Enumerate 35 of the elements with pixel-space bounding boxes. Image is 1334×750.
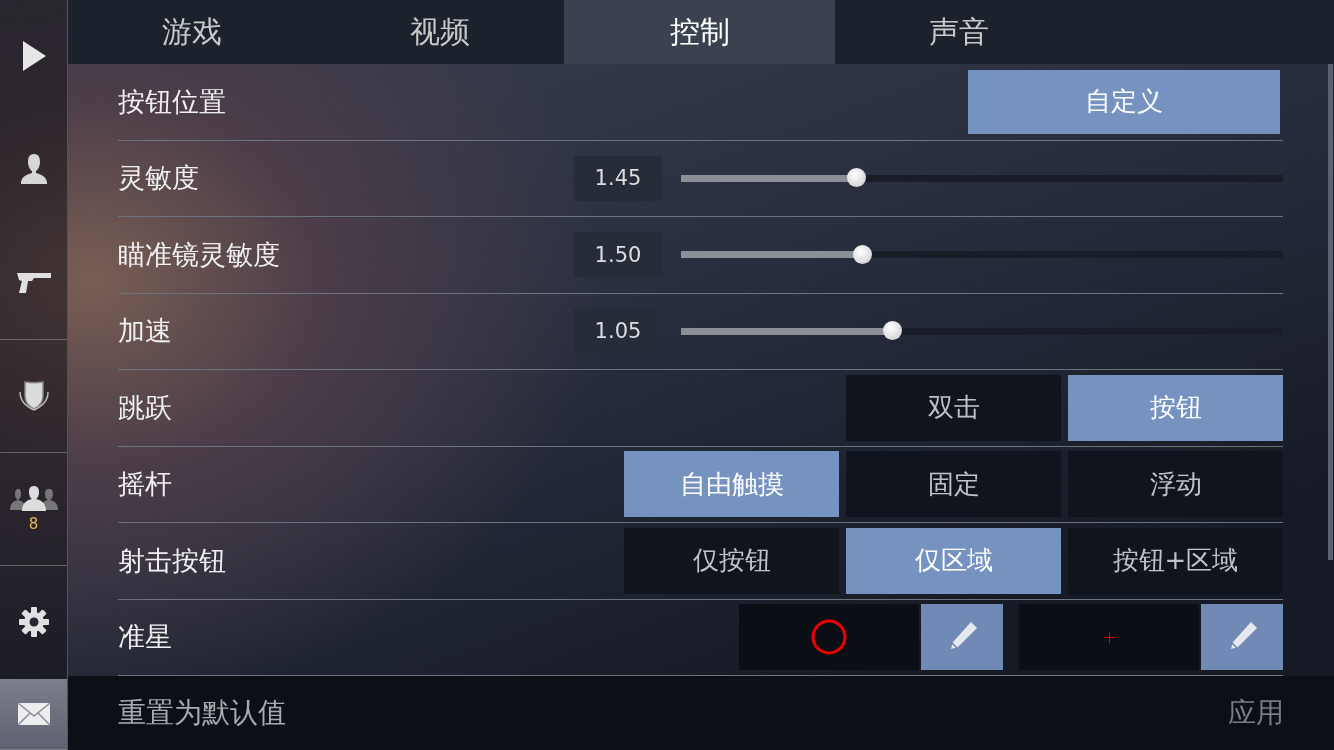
scrollbar[interactable]: [1328, 64, 1333, 560]
setting-label: 灵敏度: [118, 161, 199, 196]
value-display: 1.05: [574, 308, 662, 354]
setting-label: 射击按钮: [118, 543, 226, 578]
option-button[interactable]: 仅按钮: [624, 527, 839, 594]
setting-label: 跳跃: [118, 390, 172, 425]
option-button[interactable]: 固定: [846, 451, 1061, 518]
settings-icon: [17, 605, 50, 638]
sidebar-friends-item[interactable]: 8: [0, 452, 67, 566]
play-icon: [20, 40, 47, 73]
option-button[interactable]: 双击: [846, 374, 1061, 441]
tab[interactable]: 控制: [564, 0, 835, 64]
value-display: 1.50: [574, 232, 662, 278]
setting-label: 准星: [118, 620, 172, 655]
tab[interactable]: 游戏: [68, 0, 316, 64]
tab[interactable]: 声音: [835, 0, 1083, 64]
cross-crosshair-icon: [1103, 631, 1115, 643]
setting-label: 加速: [118, 314, 172, 349]
pistol-icon: [15, 270, 52, 295]
apply-button[interactable]: 应用: [1228, 694, 1284, 732]
reset-defaults-button[interactable]: 重置为默认值: [118, 694, 286, 732]
option-button[interactable]: 浮动: [1068, 451, 1283, 518]
setting-label: 摇杆: [118, 467, 172, 502]
group-icon: [8, 484, 59, 511]
edit-button[interactable]: [1201, 604, 1283, 671]
value-display: 1.45: [574, 155, 662, 201]
tab[interactable]: 视频: [316, 0, 564, 64]
mail-icon: [16, 702, 51, 727]
sidebar-mail-item[interactable]: [0, 679, 67, 750]
circle-crosshair-icon: [811, 619, 847, 656]
friends-count: 8: [28, 514, 39, 533]
setting-label: 按钮位置: [118, 84, 226, 119]
setting-label: 瞄准镜灵敏度: [118, 237, 280, 272]
edit-button[interactable]: [921, 604, 1003, 671]
option-button[interactable]: 按钮+区域: [1068, 527, 1283, 594]
